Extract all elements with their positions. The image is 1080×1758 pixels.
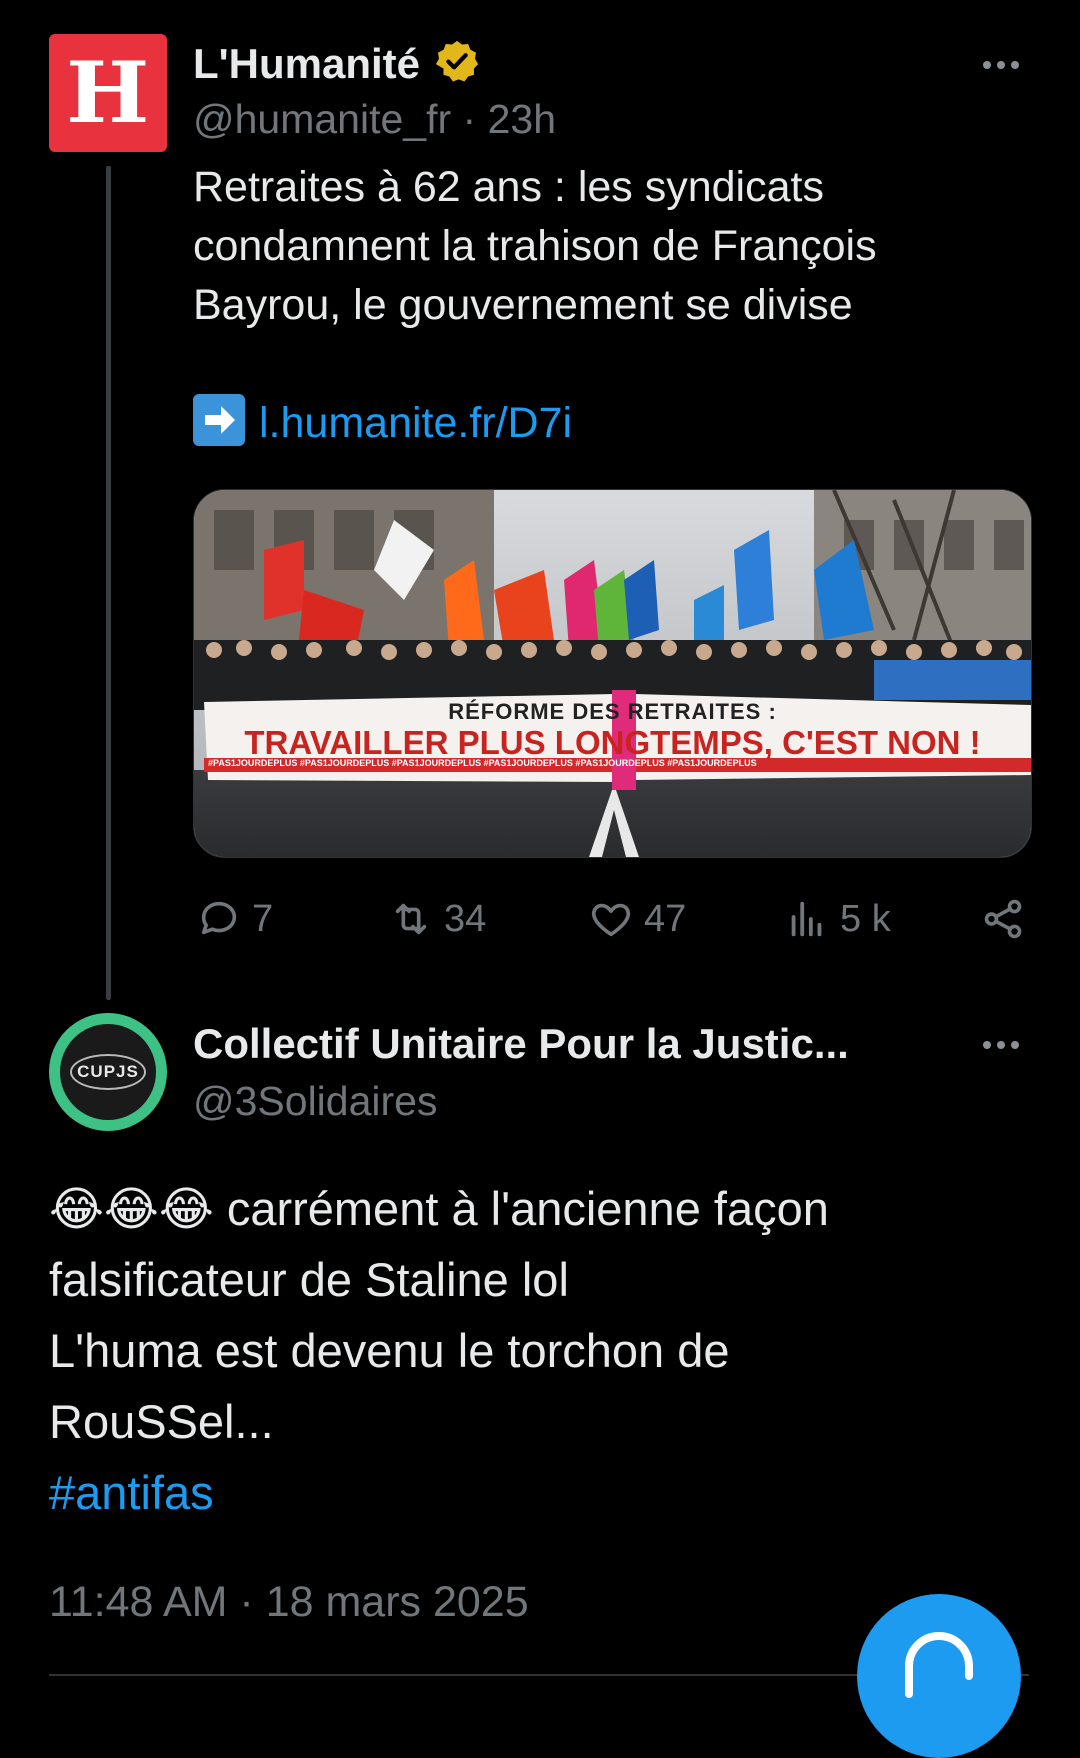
verified-badge-icon [436, 40, 479, 82]
avatar-letter: H [66, 43, 150, 142]
avatar-text: CUPJS [70, 1054, 146, 1090]
text-line: 😂😂😂 carrément à l'ancienne façon [49, 1182, 829, 1235]
tweet2-timestamp: 11:48 AM · 18 mars 2025 [49, 1578, 529, 1626]
tweet1-link-row: l.humanite.fr/D7i [193, 394, 572, 453]
reply-count: 7 [252, 897, 274, 940]
tweet2-handle: @3Solidaires [193, 1078, 438, 1124]
hashtag-link[interactable]: #antifas [49, 1457, 1059, 1528]
banner-line2: TRAVAILLER PLUS LONGTEMPS, C'EST NON ! [244, 724, 981, 761]
tweet2-author-name[interactable]: Collectif Unitaire Pour la Justic... [193, 1020, 849, 1068]
compose-button[interactable] [857, 1594, 1021, 1758]
more-icon[interactable] [983, 1036, 1025, 1054]
reply-button[interactable]: 7 [196, 896, 273, 942]
emoji: 😂😂😂 [49, 1182, 214, 1235]
author-handle: @humanite_fr [193, 96, 452, 142]
banner-line1: RÉFORME DES RETRAITES : [448, 699, 777, 724]
like-button[interactable]: 47 [588, 896, 686, 942]
text-line: Retraites à 62 ans : les syndicats [193, 163, 824, 211]
avatar-cupjs[interactable]: CUPJS [49, 1013, 167, 1131]
text-line: L'huma est devenu le torchon de [49, 1324, 730, 1377]
text-line: condamnent la trahison de François [193, 222, 877, 270]
text-line: falsificateur de Staline lol [49, 1253, 569, 1306]
like-icon [591, 903, 631, 937]
tweet1-actions: 7 34 47 5 k [0, 896, 1080, 946]
like-count: 47 [644, 897, 687, 940]
text-line: Bayrou, le gouvernement se divise [193, 281, 853, 329]
repost-button[interactable]: 34 [388, 896, 486, 942]
tweet1-author[interactable]: L'Humanité [193, 38, 480, 88]
repost-count: 34 [444, 897, 487, 940]
avatar-inner: CUPJS [60, 1024, 156, 1120]
tweet1-handle-time: @humanite_fr · 23h [193, 96, 556, 143]
text-line: RouSSel... [49, 1395, 274, 1448]
post-time: 23h [487, 96, 557, 142]
separator-dot: · [462, 96, 488, 142]
article-link[interactable]: l.humanite.fr/D7i [259, 399, 572, 447]
tweet1-image[interactable]: RÉFORME DES RETRAITES : TRAVAILLER PLUS … [193, 489, 1032, 858]
avatar-humanite[interactable]: H [49, 34, 167, 152]
compose-icon [905, 1632, 973, 1698]
protest-photo [194, 490, 1031, 857]
more-icon[interactable] [983, 56, 1025, 74]
views-count: 5 k [840, 897, 891, 940]
banner-tags: #PAS1JOURDEPLUS #PAS1JOURDEPLUS #PAS1JOU… [208, 758, 757, 768]
share-button[interactable] [980, 896, 1026, 942]
tweet2-text: 😂😂😂 carrément à l'ancienne façon falsifi… [49, 1173, 1059, 1528]
views-icon [791, 901, 822, 937]
thread-line [106, 166, 111, 1000]
tweet1-text: Retraites à 62 ans : les syndicats conda… [193, 158, 1033, 335]
views-button[interactable]: 5 k [784, 896, 891, 942]
share-icon [984, 899, 1022, 939]
reply-icon [201, 901, 237, 935]
repost-icon [395, 903, 427, 935]
arrow-right-icon [193, 394, 245, 446]
author-name: L'Humanité [193, 40, 421, 87]
